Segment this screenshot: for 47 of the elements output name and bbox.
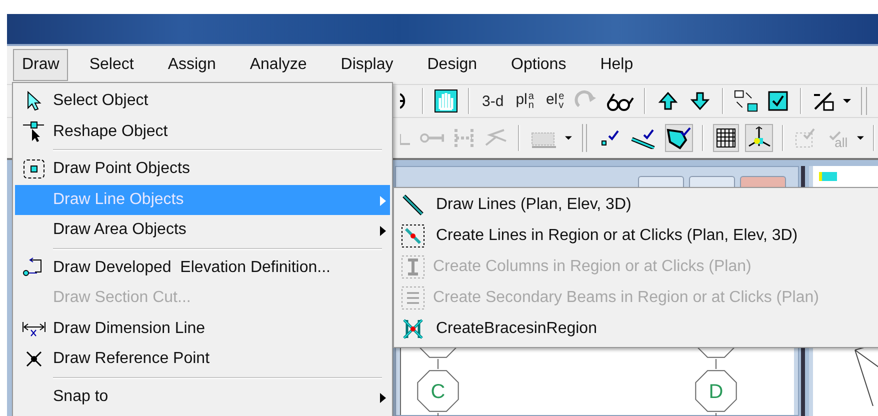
menu-item[interactable]: Create Lines in Region or at Clicks (Plan, Elev, 3D) [394, 220, 878, 251]
line-in-region-icon [401, 224, 425, 248]
caret-icon [843, 98, 852, 104]
view-icon [819, 172, 837, 181]
column-in-region-icon [401, 254, 425, 278]
menu-title[interactable]: Draw [13, 49, 68, 81]
view-toggle-button[interactable] [713, 124, 740, 152]
menu-title[interactable]: Design [418, 49, 486, 81]
menu-item[interactable]: Draw Dimension Line [15, 314, 390, 344]
hand-icon [434, 89, 458, 113]
menu-item[interactable]: Draw Reference Point [15, 344, 390, 374]
menu-item[interactable]: Select Object [15, 86, 390, 116]
menu-item[interactable]: Draw Lines (Plan, Elev, 3D) [394, 189, 878, 220]
grid-icon [715, 127, 738, 149]
menu-item[interactable]: Draw Area Objects [15, 215, 390, 246]
menu-title[interactable]: Display [332, 49, 402, 81]
point-object-icon [22, 158, 46, 180]
select-all-label: all [834, 134, 848, 150]
menu-item[interactable]: Snap to [15, 382, 390, 412]
up-arrow-icon [658, 91, 678, 111]
checkbox-icon [768, 91, 788, 111]
braces-icon [401, 316, 425, 340]
snap-button[interactable] [665, 124, 694, 152]
view-toggle-button[interactable] [745, 124, 774, 152]
menu-item[interactable]: Draw Developed Elevation Definition... [15, 252, 390, 283]
down-arrow-icon [690, 91, 710, 111]
area-check-icon [666, 126, 692, 150]
menu-title[interactable]: Help [591, 49, 642, 81]
caret-icon [857, 135, 864, 141]
menu-item[interactable]: Reshape Object [15, 116, 390, 147]
menu-title[interactable]: Options [502, 49, 576, 81]
caret-icon [564, 135, 572, 141]
view-button[interactable]: 3-d [479, 94, 507, 108]
arrow-cursor-icon [25, 90, 43, 112]
beam-in-region-icon [401, 286, 425, 310]
grid-bubble: C [417, 370, 459, 412]
line-icon [401, 192, 425, 216]
greyed-tool-icon [452, 127, 476, 149]
menu-item[interactable]: CreateBracesinRegion [394, 313, 878, 344]
grid-bubble: D [695, 370, 737, 412]
menu-title[interactable]: Assign [158, 49, 225, 81]
percent-icon [812, 90, 836, 112]
menu-title[interactable]: Analyze [240, 49, 316, 81]
zoom-window-icon [734, 89, 758, 113]
reshape-cursor-icon [22, 120, 46, 143]
menu-item[interactable]: Draw Point Objects [15, 154, 390, 184]
menu-title[interactable]: Select [80, 49, 143, 81]
